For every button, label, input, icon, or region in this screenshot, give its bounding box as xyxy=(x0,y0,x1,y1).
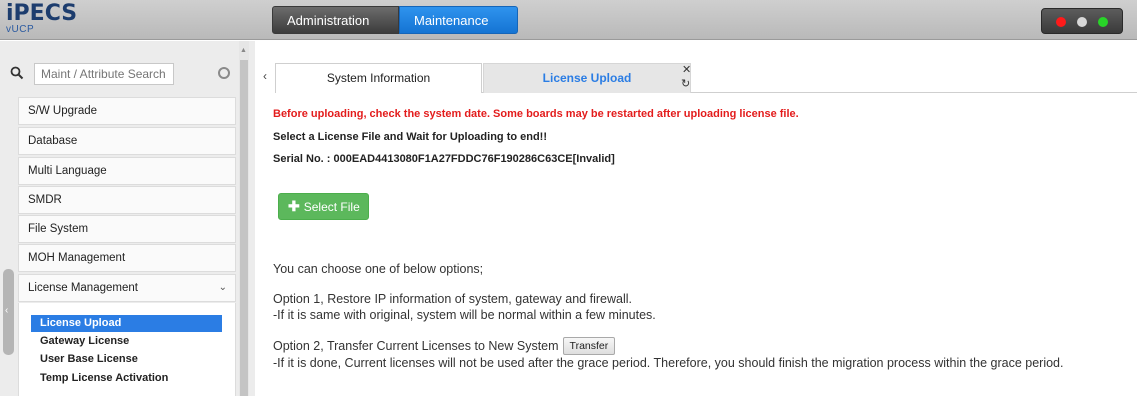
tab-system-information[interactable]: System Information xyxy=(275,63,482,93)
plus-icon: ✚ xyxy=(288,198,300,214)
top-tabs: Administration Maintenance xyxy=(272,6,518,34)
maximize-dot-icon[interactable] xyxy=(1098,17,1108,27)
search-input[interactable] xyxy=(34,63,174,85)
options-intro: You can choose one of below options; xyxy=(273,262,484,276)
option2-row: Option 2, Transfer Current Licenses to N… xyxy=(273,337,616,355)
sidebar-item-database[interactable]: Database xyxy=(18,127,236,155)
instruction-text: Select a License File and Wait for Uploa… xyxy=(273,131,548,143)
sidebar-scrollbar-thumb[interactable] xyxy=(240,60,248,396)
sidebar-item-license-management[interactable]: License Management ⌄ xyxy=(18,274,236,302)
window-controls xyxy=(1041,8,1123,34)
sidebar-item-multi-language[interactable]: Multi Language xyxy=(18,157,236,185)
sidebar-subitem-user-base-license[interactable]: User Base License xyxy=(31,351,138,368)
logo: iPECS vUCP xyxy=(6,1,78,36)
sidebar-search xyxy=(8,63,232,85)
refresh-icon[interactable]: ↻ xyxy=(681,77,690,90)
search-icon xyxy=(10,66,24,80)
sidebar-item-moh-management[interactable]: MOH Management xyxy=(18,244,236,272)
tab-license-upload[interactable]: License Upload xyxy=(483,63,691,93)
search-clear-icon[interactable] xyxy=(218,67,230,79)
chevron-down-icon: ⌄ xyxy=(218,282,227,293)
sidebar-subitem-temp-license-activation[interactable]: Temp License Activation xyxy=(31,370,168,387)
tab-scroll-left-icon[interactable]: ‹ xyxy=(263,69,267,83)
select-file-label: Select File xyxy=(303,200,360,214)
close-dot-icon[interactable] xyxy=(1056,17,1066,27)
top-bar: iPECS vUCP Administration Maintenance xyxy=(0,0,1137,40)
scroll-up-icon[interactable]: ▲ xyxy=(240,47,247,54)
chevron-left-icon: ‹ xyxy=(5,305,9,316)
main-panel: ‹ System Information License Upload ✕ ↻ … xyxy=(255,41,1137,396)
serial-number: Serial No. : 000EAD4413080F1A27FDDC76F19… xyxy=(273,153,615,165)
tab-maintenance[interactable]: Maintenance xyxy=(399,6,518,34)
option2-title: Option 2, Transfer Current Licenses to N… xyxy=(273,339,559,353)
sidebar-item-sw-upgrade[interactable]: S/W Upgrade xyxy=(18,97,236,125)
logo-text: iPECS xyxy=(6,1,78,26)
warning-message: Before uploading, check the system date.… xyxy=(273,108,799,120)
sidebar-item-label: License Management xyxy=(28,282,138,294)
sidebar-collapse-handle[interactable]: ‹ xyxy=(3,269,14,355)
select-file-button[interactable]: ✚ Select File xyxy=(278,193,369,220)
option1-title: Option 1, Restore IP information of syst… xyxy=(273,292,632,306)
license-submenu: License Upload Gateway License User Base… xyxy=(18,303,236,396)
sidebar-item-file-system[interactable]: File System xyxy=(18,215,236,243)
close-icon[interactable]: ✕ xyxy=(682,65,691,76)
transfer-button[interactable]: Transfer xyxy=(562,337,616,355)
sidebar: S/W Upgrade Database Multi Language SMDR… xyxy=(0,41,255,396)
minimize-dot-icon[interactable] xyxy=(1077,17,1087,27)
sidebar-subitem-license-upload[interactable]: License Upload xyxy=(31,315,222,332)
content-tabs: System Information License Upload xyxy=(275,63,1137,93)
sidebar-item-smdr[interactable]: SMDR xyxy=(18,186,236,214)
option1-description: -If it is same with original, system wil… xyxy=(273,308,656,322)
option2-description: -If it is done, Current licenses will no… xyxy=(273,356,1064,370)
sidebar-subitem-gateway-license[interactable]: Gateway License xyxy=(31,333,129,350)
tab-administration[interactable]: Administration xyxy=(272,6,399,34)
license-upload-content: Before uploading, check the system date.… xyxy=(273,108,1133,370)
